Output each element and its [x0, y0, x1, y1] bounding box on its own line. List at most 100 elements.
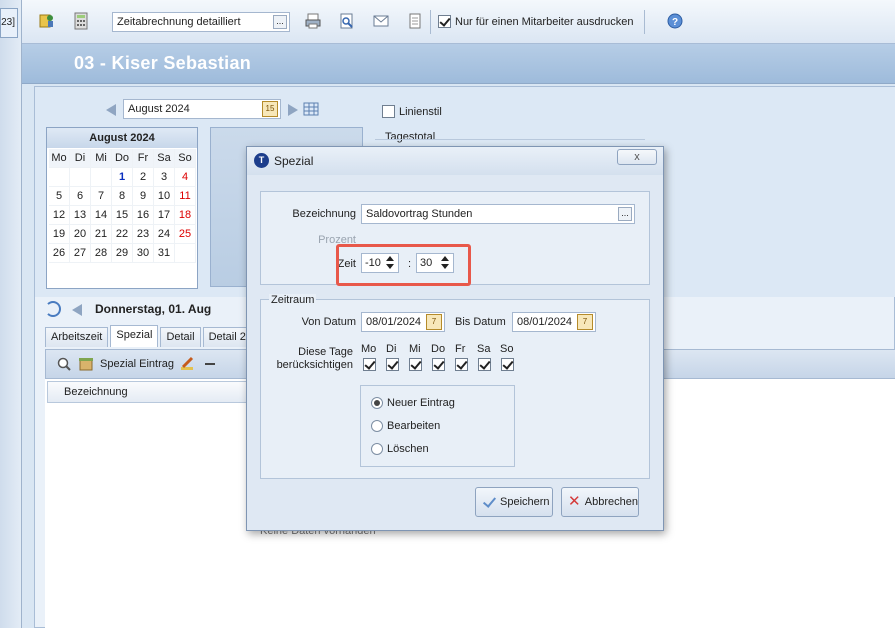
bezeichnung-dots-button[interactable]: ...: [618, 207, 632, 221]
day-checkbox-fr[interactable]: [455, 358, 468, 371]
calendar-day[interactable]: 18: [175, 206, 196, 225]
cancel-button[interactable]: ✕ Abbrechen: [561, 487, 639, 517]
calendar-day[interactable]: 19: [49, 225, 70, 244]
calendar-day[interactable]: 2: [133, 168, 154, 187]
calendar-weekday: Sa: [154, 149, 175, 168]
day-checkbox-mo[interactable]: [363, 358, 376, 371]
email-icon[interactable]: [372, 12, 390, 30]
edit-pencil-icon[interactable]: [180, 356, 196, 372]
calendar-day[interactable]: 10: [154, 187, 175, 206]
spezial-entry-button[interactable]: Spezial Eintrag: [100, 358, 174, 370]
radio-loeschen[interactable]: Löschen: [371, 443, 429, 455]
document-icon[interactable]: [406, 12, 424, 30]
tab-detail[interactable]: Detail: [160, 327, 201, 347]
month-calendar[interactable]: August 2024 Mo Di Mi Do Fr Sa So 1 2 3 4 5 6 7 8 9 10 11 1…: [46, 127, 198, 289]
day-checkbox-mi[interactable]: [409, 358, 422, 371]
previous-day-arrow-icon[interactable]: [71, 302, 85, 316]
day-label: Donnerstag, 01. Aug: [95, 302, 212, 316]
linienstil-option[interactable]: Linienstil: [382, 105, 442, 118]
tab-detail-2[interactable]: Detail 2: [202, 327, 252, 347]
day-checkbox-do[interactable]: [432, 358, 445, 371]
calendar-day[interactable]: 29: [112, 244, 133, 263]
only-one-employee-checkbox[interactable]: [438, 15, 451, 28]
calendar-day[interactable]: 23: [133, 225, 154, 244]
add-entry-icon[interactable]: [78, 356, 94, 372]
calendar-day[interactable]: 3: [154, 168, 175, 187]
remove-icon[interactable]: [202, 356, 218, 372]
calendar-day[interactable]: 24: [154, 225, 175, 244]
calendar-day[interactable]: 30: [133, 244, 154, 263]
day-label-sa: Sa: [477, 343, 491, 355]
calendar-day[interactable]: 25: [175, 225, 196, 244]
print-preview-icon[interactable]: [338, 12, 356, 30]
calendar-day[interactable]: 9: [133, 187, 154, 206]
calendar-day[interactable]: 15: [112, 206, 133, 225]
bis-datum-field[interactable]: 08/01/2024 7: [512, 312, 596, 332]
calendar-weekday: Do: [112, 149, 133, 168]
day-checkbox-sa[interactable]: [478, 358, 491, 371]
only-one-employee-option[interactable]: Nur für einen Mitarbeiter ausdrucken: [438, 15, 634, 28]
calendar-day[interactable]: 6: [70, 187, 91, 206]
calendar-day[interactable]: 16: [133, 206, 154, 225]
search-icon[interactable]: [56, 356, 72, 372]
calendar-day[interactable]: 13: [70, 206, 91, 225]
bis-calendar-icon[interactable]: 7: [577, 314, 593, 330]
calendar-grid[interactable]: Mo Di Mi Do Fr Sa So 1 2 3 4 5 6 7 8 9 10 11 12 13 14 15 16 17 1…: [47, 148, 197, 264]
radio-bearbeiten-dot[interactable]: [371, 420, 383, 432]
von-datum-field[interactable]: 08/01/2024 7: [361, 312, 445, 332]
calendar-day[interactable]: 17: [154, 206, 175, 225]
refresh-icon[interactable]: [45, 301, 61, 317]
calendar-day[interactable]: 8: [112, 187, 133, 206]
day-label-di: Di: [386, 343, 397, 355]
calendar-day[interactable]: 14: [91, 206, 112, 225]
tab-spezial[interactable]: Spezial: [110, 325, 159, 347]
calendar-day[interactable]: 21: [91, 225, 112, 244]
radio-neuer-eintrag[interactable]: Neuer Eintrag: [371, 397, 455, 409]
calendar-picker-icon[interactable]: 15: [262, 101, 278, 117]
employee-report-icon[interactable]: [38, 12, 56, 30]
von-calendar-icon[interactable]: 7: [426, 314, 442, 330]
left-tab[interactable]: 23]: [0, 8, 18, 38]
calendar-day[interactable]: 11: [175, 187, 196, 206]
report-select-value: Zeitabrechnung detailliert: [117, 16, 241, 28]
save-button[interactable]: Speichern: [475, 487, 553, 517]
print-icon[interactable]: [304, 12, 322, 30]
save-button-label: Speichern: [500, 496, 550, 508]
grid-view-icon[interactable]: [303, 102, 319, 116]
calendar-day[interactable]: 1: [112, 168, 133, 187]
calendar-weekday: Mo: [49, 149, 70, 168]
radio-bearbeiten[interactable]: Bearbeiten: [371, 420, 440, 432]
column-bezeichnung[interactable]: Bezeichnung: [64, 386, 128, 398]
calendar-day[interactable]: 31: [154, 244, 175, 263]
previous-month-arrow-icon[interactable]: [105, 102, 119, 116]
calculator-icon[interactable]: [72, 12, 90, 30]
report-select-dots-button[interactable]: ...: [273, 15, 287, 29]
tab-arbeitszeit[interactable]: Arbeitszeit: [45, 327, 109, 347]
day-checkbox-so[interactable]: [501, 358, 514, 371]
calendar-day[interactable]: 22: [112, 225, 133, 244]
calendar-day[interactable]: 28: [91, 244, 112, 263]
next-month-arrow-icon[interactable]: [285, 102, 299, 116]
calendar-day[interactable]: 12: [49, 206, 70, 225]
month-value: August 2024: [128, 103, 190, 115]
calendar-day[interactable]: 4: [175, 168, 196, 187]
linienstil-checkbox[interactable]: [382, 105, 395, 118]
dialog-close-button[interactable]: x: [617, 149, 657, 165]
dialog-titlebar: T Spezial x: [247, 147, 663, 175]
month-field[interactable]: August 2024 15: [123, 99, 281, 119]
day-label-fr: Fr: [455, 343, 466, 355]
help-icon[interactable]: ?: [666, 12, 684, 30]
calendar-day[interactable]: 26: [49, 244, 70, 263]
calendar-day[interactable]: 27: [70, 244, 91, 263]
report-select[interactable]: Zeitabrechnung detailliert ...: [112, 12, 290, 32]
calendar-day[interactable]: 20: [70, 225, 91, 244]
month-navigator: August 2024 15: [105, 99, 319, 119]
bezeichnung-field[interactable]: Saldovortrag Stunden ...: [361, 204, 635, 224]
calendar-day[interactable]: 5: [49, 187, 70, 206]
radio-neuer-eintrag-dot[interactable]: [371, 397, 383, 409]
bis-datum-label: Bis Datum: [455, 316, 506, 328]
detail-tabs: Arbeitszeit Spezial Detail Detail 2: [45, 325, 252, 347]
calendar-day[interactable]: 7: [91, 187, 112, 206]
radio-loeschen-dot[interactable]: [371, 443, 383, 455]
day-checkbox-di[interactable]: [386, 358, 399, 371]
